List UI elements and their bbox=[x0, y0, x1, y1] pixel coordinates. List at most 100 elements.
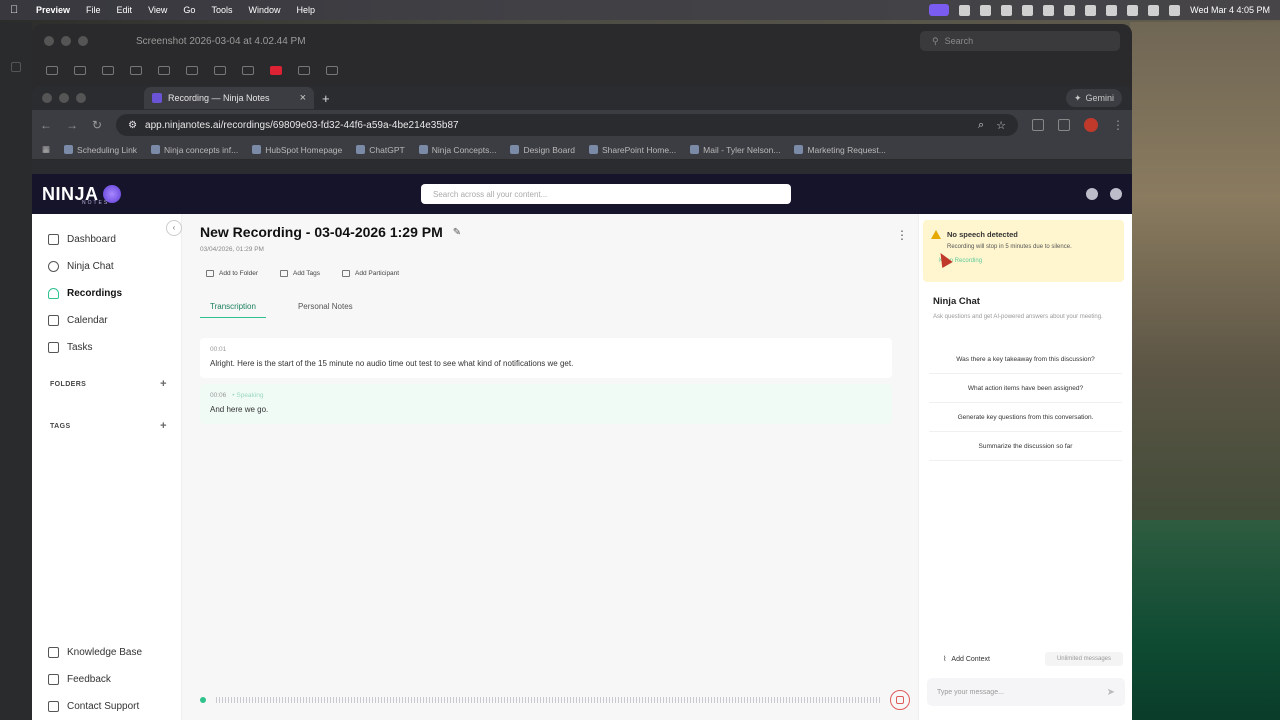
suggestion-item[interactable]: Was there a key takeaway from this discu… bbox=[929, 345, 1122, 375]
browser-zoom-icon[interactable] bbox=[76, 93, 86, 103]
minimize-window-icon[interactable] bbox=[61, 36, 71, 46]
forward-arrow-icon[interactable]: → bbox=[66, 118, 78, 132]
keep-recording-link[interactable]: Keep Recording bbox=[939, 258, 1114, 264]
chat-message-input[interactable]: Type your message... ➤ bbox=[927, 678, 1125, 706]
ninja-notes-logo[interactable]: NINJA NOTES bbox=[42, 184, 121, 206]
zoom-icon[interactable]: ⌕ bbox=[978, 119, 984, 132]
bookmark-item[interactable]: Ninja concepts inf... bbox=[151, 145, 238, 155]
border-color-icon[interactable] bbox=[242, 65, 254, 75]
spotlight-icon[interactable] bbox=[1127, 4, 1139, 16]
fill-color-icon[interactable] bbox=[270, 65, 282, 75]
browser-close-icon[interactable] bbox=[42, 93, 52, 103]
address-bar[interactable]: ⚙ app.ninjanotes.ai/recordings/69809e03-… bbox=[116, 114, 1018, 136]
extensions-icon[interactable] bbox=[1032, 119, 1044, 131]
comment-icon[interactable] bbox=[326, 65, 338, 75]
bookmark-item[interactable]: SharePoint Home... bbox=[588, 145, 676, 155]
menu-view[interactable]: View bbox=[148, 5, 167, 15]
bookmark-item[interactable]: Mail - Tyler Nelson... bbox=[690, 145, 780, 155]
apple-icon[interactable]:  bbox=[10, 4, 22, 16]
send-icon[interactable]: ➤ bbox=[1107, 687, 1115, 698]
text-tool-icon[interactable] bbox=[158, 65, 170, 75]
user-avatar[interactable] bbox=[1086, 188, 1098, 200]
sidebar-item-tasks[interactable]: Tasks bbox=[32, 334, 181, 361]
camera-icon[interactable] bbox=[1001, 4, 1013, 16]
bookmark-item[interactable]: Design Board bbox=[510, 145, 575, 155]
profile-avatar[interactable] bbox=[1084, 118, 1098, 132]
window-controls bbox=[44, 36, 88, 46]
sidebar-item-ninja-chat[interactable]: Ninja Chat bbox=[32, 253, 181, 280]
sidebar-toggle-icon[interactable] bbox=[1058, 119, 1070, 131]
bookmark-item[interactable]: Marketing Request... bbox=[794, 145, 886, 155]
sign-tool-icon[interactable] bbox=[186, 65, 198, 75]
menu-edit[interactable]: Edit bbox=[117, 5, 133, 15]
add-folder-icon[interactable]: + bbox=[160, 378, 167, 390]
more-options-icon[interactable]: ⋮ bbox=[896, 228, 908, 242]
add-tag-icon[interactable]: + bbox=[160, 420, 167, 432]
stop-recording-button[interactable] bbox=[890, 690, 910, 710]
sidebar-item-knowledge-base[interactable]: Knowledge Base bbox=[32, 639, 182, 666]
siri-icon[interactable] bbox=[1169, 4, 1181, 16]
apps-grid-icon[interactable]: ▦ bbox=[42, 144, 50, 155]
browser-menu-icon[interactable]: ⋮ bbox=[1112, 118, 1124, 132]
tab-transcription[interactable]: Transcription bbox=[200, 296, 266, 318]
zoom-window-icon[interactable] bbox=[78, 36, 88, 46]
tab-personal-notes[interactable]: Personal Notes bbox=[288, 296, 363, 318]
status-icon-4[interactable] bbox=[1064, 4, 1076, 16]
site-info-icon[interactable]: ⚙ bbox=[128, 120, 137, 131]
shapes-tool-icon[interactable] bbox=[130, 65, 142, 75]
notifications-bell-icon[interactable] bbox=[1110, 188, 1122, 200]
screen-record-icon[interactable] bbox=[929, 4, 950, 16]
status-icon-3[interactable] bbox=[1022, 4, 1034, 16]
draw-tool-icon[interactable] bbox=[102, 65, 114, 75]
menu-app-name[interactable]: Preview bbox=[36, 5, 70, 15]
bookmark-item[interactable]: Ninja Concepts... bbox=[418, 145, 496, 155]
sidebar-item-contact-support[interactable]: Contact Support bbox=[32, 693, 182, 720]
status-icon-1[interactable] bbox=[959, 4, 971, 16]
bookmark-item[interactable]: ChatGPT bbox=[356, 145, 405, 155]
menubar-clock[interactable]: Wed Mar 4 4:05 PM bbox=[1190, 5, 1270, 15]
suggestion-item[interactable]: Summarize the discussion so far bbox=[929, 432, 1122, 462]
selection-tool-icon[interactable] bbox=[46, 65, 58, 75]
global-search-input[interactable]: Search across all your content... bbox=[421, 184, 791, 204]
collapse-sidebar-icon[interactable]: ‹ bbox=[166, 220, 182, 236]
text-style-icon[interactable] bbox=[298, 65, 310, 75]
menu-file[interactable]: File bbox=[86, 5, 101, 15]
browser-minimize-icon[interactable] bbox=[59, 93, 69, 103]
bookmark-item[interactable]: HubSpot Homepage bbox=[252, 145, 342, 155]
add-participant-button[interactable]: Add Participant bbox=[336, 266, 405, 280]
reload-icon[interactable]: ↻ bbox=[92, 118, 102, 132]
gemini-button[interactable]: ✦ Gemini bbox=[1065, 89, 1122, 107]
bookmark-star-icon[interactable]: ☆ bbox=[996, 119, 1006, 132]
menu-help[interactable]: Help bbox=[296, 5, 315, 15]
control-center-icon[interactable] bbox=[1148, 4, 1160, 16]
close-tab-icon[interactable]: × bbox=[300, 92, 306, 104]
sketch-tool-icon[interactable] bbox=[74, 65, 86, 75]
sidebar-item-feedback[interactable]: Feedback bbox=[32, 666, 182, 693]
add-tags-button[interactable]: Add Tags bbox=[274, 266, 326, 280]
suggestion-item[interactable]: What action items have been assigned? bbox=[929, 374, 1122, 404]
browser-tab-active[interactable]: Recording — Ninja Notes × bbox=[144, 87, 314, 109]
battery-icon[interactable] bbox=[1085, 4, 1097, 16]
add-to-folder-button[interactable]: Add to Folder bbox=[200, 266, 264, 280]
transcript-segment-live[interactable]: 00:06 • Speaking And here we go. bbox=[200, 384, 892, 424]
sidebar-item-calendar[interactable]: Calendar bbox=[32, 307, 181, 334]
menu-window[interactable]: Window bbox=[248, 5, 280, 15]
transcript-segment[interactable]: 00:01 Alright. Here is the start of the … bbox=[200, 338, 892, 378]
menu-tools[interactable]: Tools bbox=[211, 5, 232, 15]
edit-title-icon[interactable]: ✎ bbox=[453, 227, 461, 238]
suggestion-item[interactable]: Generate key questions from this convers… bbox=[929, 403, 1122, 433]
sidebar-item-recordings[interactable]: Recordings bbox=[32, 280, 181, 307]
align-tool-icon[interactable] bbox=[214, 65, 226, 75]
new-tab-icon[interactable]: + bbox=[322, 91, 330, 106]
status-icon-2[interactable] bbox=[980, 4, 992, 16]
sidebar-item-dashboard[interactable]: Dashboard bbox=[32, 226, 181, 253]
back-arrow-icon[interactable]: ← bbox=[40, 118, 52, 132]
audio-waveform[interactable] bbox=[216, 697, 880, 703]
cloud-icon[interactable] bbox=[1043, 4, 1055, 16]
close-window-icon[interactable] bbox=[44, 36, 54, 46]
bookmark-item[interactable]: Scheduling Link bbox=[64, 145, 137, 155]
wifi-icon[interactable] bbox=[1106, 4, 1118, 16]
add-context-button[interactable]: ⌇ Add Context bbox=[943, 655, 990, 664]
preview-search-field[interactable]: ⚲ Search bbox=[920, 31, 1120, 51]
menu-go[interactable]: Go bbox=[183, 5, 195, 15]
